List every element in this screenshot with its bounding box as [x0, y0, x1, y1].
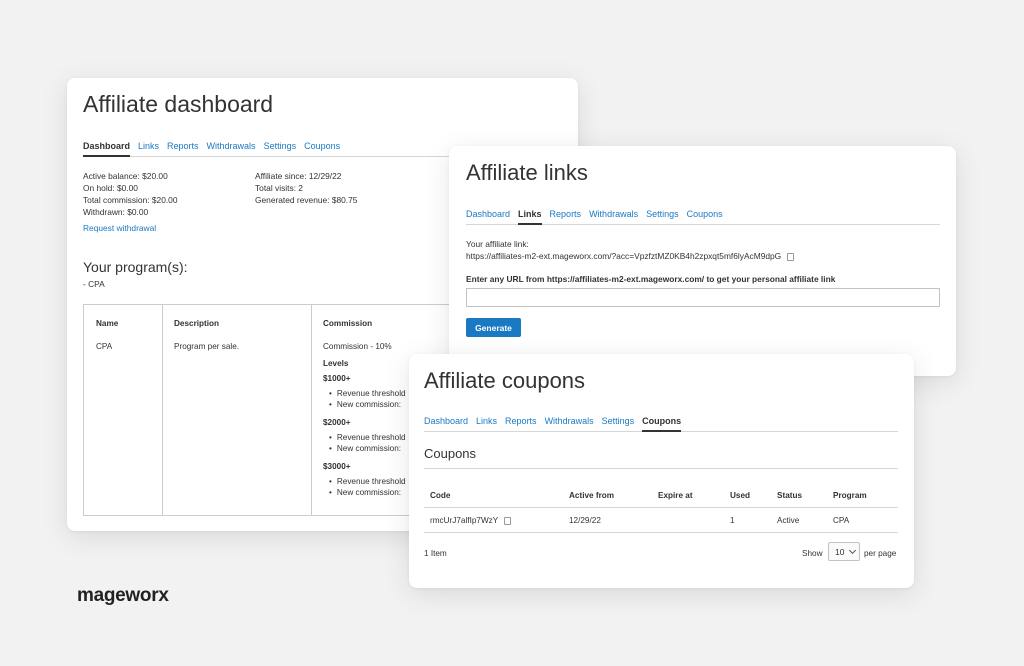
header-name: Name [96, 319, 119, 328]
links-tabs: Dashboard Links Reports Withdrawals Sett… [466, 209, 940, 225]
header-active-from: Active from [569, 491, 615, 500]
table-divider [311, 305, 312, 515]
tab-links[interactable]: Links [476, 416, 497, 431]
withdrawn: Withdrawn: $0.00 [83, 207, 149, 217]
divider [424, 507, 898, 508]
page-title: Affiliate dashboard [83, 91, 274, 117]
program-description: Program per sale. [174, 342, 240, 351]
coupon-used: 1 [730, 516, 735, 525]
total-commission: Total commission: $20.00 [83, 195, 178, 205]
page-title: Affiliate links [466, 160, 588, 185]
coupon-code-cell: rmcUrJ7alfIp7WzY [430, 515, 512, 526]
tab-reports[interactable]: Reports [505, 416, 537, 431]
total-visits: Total visits: 2 [255, 183, 303, 193]
level-line: New commission: [323, 443, 406, 454]
level-line: Revenue threshold [323, 432, 406, 443]
copy-icon[interactable] [504, 516, 512, 525]
tab-dashboard[interactable]: Dashboard [424, 416, 468, 431]
stats-right: Affiliate since: 12/29/22 Total visits: … [255, 170, 357, 206]
enter-url-label: Enter any URL from https://affiliates-m2… [466, 274, 836, 284]
stats-left: Active balance: $20.00 On hold: $0.00 To… [83, 170, 178, 218]
tab-settings[interactable]: Settings [602, 416, 635, 431]
header-program: Program [833, 491, 867, 500]
per-page-select[interactable]: 10 [828, 542, 860, 561]
per-page-label: per page [864, 549, 897, 558]
header-used: Used [730, 491, 751, 500]
tab-withdrawals[interactable]: Withdrawals [207, 141, 256, 156]
levels-label: Levels [323, 359, 349, 368]
coupon-program: CPA [833, 516, 850, 525]
header-code: Code [430, 491, 451, 500]
tab-settings[interactable]: Settings [646, 209, 679, 224]
header-expire-at: Expire at [658, 491, 693, 500]
tab-links[interactable]: Links [138, 141, 159, 156]
tab-reports[interactable]: Reports [550, 209, 582, 224]
commission-cell: Commission - 10% Levels $1000+ Revenue t… [323, 341, 406, 498]
your-link-label: Your affiliate link: [466, 239, 529, 249]
tab-reports[interactable]: Reports [167, 141, 199, 156]
program-name: CPA [96, 342, 113, 351]
generate-button[interactable]: Generate [466, 318, 521, 337]
commission-rate: Commission - 10% [323, 342, 392, 351]
generated-revenue: Generated revenue: $80.75 [255, 195, 358, 205]
table-divider [162, 305, 163, 515]
affiliate-since: Affiliate since: 12/29/22 [255, 171, 342, 181]
per-page-value: 10 [835, 546, 845, 557]
tab-dashboard[interactable]: Dashboard [466, 209, 510, 224]
coupons-tabs: Dashboard Links Reports Withdrawals Sett… [424, 416, 898, 432]
item-count: 1 Item [424, 549, 447, 558]
level-label: $1000+ [323, 374, 351, 383]
tab-withdrawals[interactable]: Withdrawals [545, 416, 594, 431]
tab-settings[interactable]: Settings [264, 141, 297, 156]
request-withdrawal-link[interactable]: Request withdrawal [83, 222, 156, 234]
coupon-code: rmcUrJ7alfIp7WzY [430, 516, 499, 525]
your-link-row: https://affiliates-m2-ext.mageworx.com/?… [466, 250, 795, 262]
page-title: Affiliate coupons [424, 368, 586, 393]
show-label: Show [802, 549, 823, 558]
active-balance: Active balance: $20.00 [83, 171, 168, 181]
coupons-section-title: Coupons [424, 446, 477, 461]
affiliate-coupons-card: Affiliate coupons Dashboard Links Report… [409, 354, 914, 588]
level-line: Revenue threshold [323, 476, 406, 487]
coupon-active-from: 12/29/22 [569, 516, 601, 525]
level-label: $3000+ [323, 462, 351, 471]
tab-coupons[interactable]: Coupons [642, 416, 682, 432]
tab-coupons[interactable]: Coupons [304, 141, 340, 156]
level-line: New commission: [323, 487, 406, 498]
header-commission: Commission [323, 319, 373, 328]
coupon-status: Active [777, 516, 800, 525]
tab-links[interactable]: Links [518, 209, 542, 225]
level-label: $2000+ [323, 418, 351, 427]
on-hold: On hold: $0.00 [83, 183, 138, 193]
affiliate-link-value: https://affiliates-m2-ext.mageworx.com/?… [466, 251, 782, 261]
copy-icon[interactable] [787, 252, 795, 261]
url-input[interactable] [466, 288, 940, 307]
mageworx-logo: mageworx [77, 585, 169, 606]
tab-withdrawals[interactable]: Withdrawals [589, 209, 638, 224]
header-status: Status [777, 491, 803, 500]
programs-list: - CPA [83, 279, 105, 289]
level-line: New commission: [323, 399, 406, 410]
tab-coupons[interactable]: Coupons [687, 209, 723, 224]
tab-dashboard[interactable]: Dashboard [83, 141, 131, 157]
chevron-down-icon [849, 546, 857, 554]
divider [424, 468, 898, 469]
programs-title: Your program(s): [83, 259, 188, 275]
header-description: Description [174, 319, 220, 328]
affiliate-links-card: Affiliate links Dashboard Links Reports … [449, 146, 956, 376]
level-line: Revenue threshold [323, 388, 406, 399]
divider [424, 532, 898, 533]
